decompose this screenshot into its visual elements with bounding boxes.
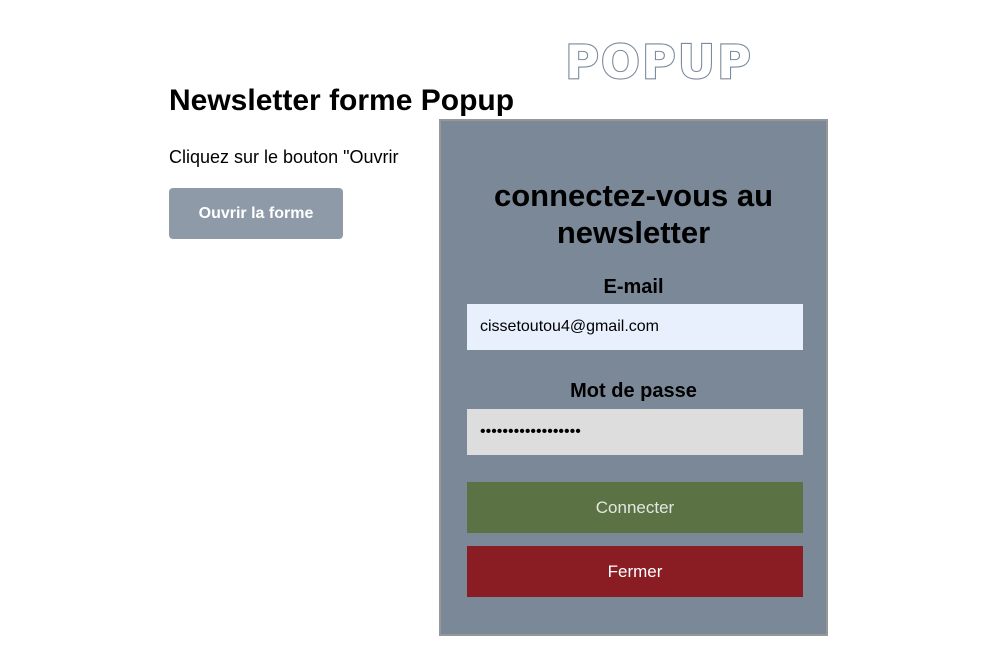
page: POPUP Newsletter forme Popup Cliquez sur… [0,0,1000,668]
open-form-button[interactable]: Ouvrir la forme [169,188,343,239]
instructions-text: Cliquez sur le bouton "Ouvrir [169,147,399,167]
popup-logo-graphic: POPUP [564,38,753,84]
password-label: Mot de passe [570,380,697,402]
email-field[interactable] [467,304,803,350]
popup-title: connectez-vous au newsletter [441,177,826,251]
email-label: E-mail [603,276,664,298]
popup-title-line-1: connectez-vous au [493,178,774,213]
close-button[interactable]: Fermer [467,546,803,597]
page-title: Newsletter forme Popup [169,84,515,117]
logo-text: POPUP [565,38,753,84]
password-field[interactable] [467,409,803,455]
newsletter-popup: connectez-vous au newsletter E-mail Mot … [439,119,828,636]
popup-title-line-2: newsletter [556,215,711,250]
popup-logo: POPUP [560,38,758,84]
connect-button[interactable]: Connecter [467,482,803,533]
